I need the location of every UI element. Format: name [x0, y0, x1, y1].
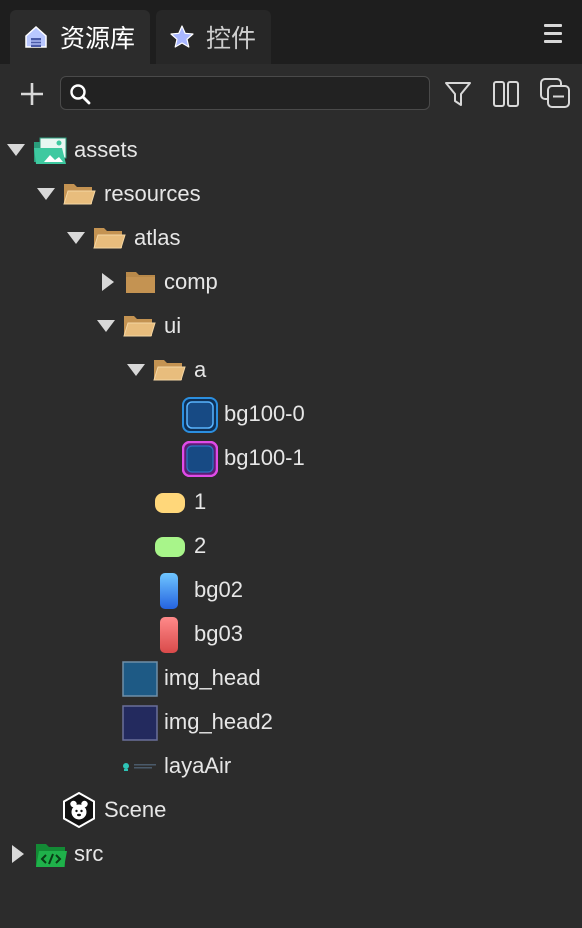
assets-folder-icon — [32, 136, 68, 166]
tree-item-1[interactable]: 1 — [0, 480, 582, 524]
tree-item-label: bg03 — [194, 621, 243, 646]
tree-item-label: bg100-1 — [224, 445, 305, 470]
tree-item-comp[interactable]: comp — [0, 260, 582, 304]
tree-item-label: a — [194, 357, 207, 382]
tree-item-layaair[interactable]: layaAir — [0, 744, 582, 788]
folder-open-icon — [62, 180, 96, 208]
tree-item-label: assets — [74, 137, 138, 162]
search-box[interactable] — [60, 76, 430, 110]
tree-item-bg100-0[interactable]: bg100-0 — [0, 392, 582, 436]
plus-icon — [21, 83, 43, 105]
two-column-icon — [493, 81, 519, 107]
tree-item-resources[interactable]: resources — [0, 172, 582, 216]
tree-item-img-head2[interactable]: img_head2 — [0, 700, 582, 744]
folder-open-icon — [152, 356, 186, 384]
tab-assets-label: 资源库 — [60, 25, 136, 53]
folder-open-icon — [92, 224, 126, 252]
add-button[interactable] — [16, 78, 48, 110]
tree-item-label: resources — [104, 181, 201, 206]
image-thumbnail-icon — [154, 492, 186, 514]
tree-item-bg100-1[interactable]: bg100-1 — [0, 436, 582, 480]
tree-item-label: 2 — [194, 533, 207, 558]
image-thumbnail-icon — [154, 536, 186, 558]
menu-icon[interactable] — [544, 24, 562, 44]
tree-item-label: layaAir — [164, 753, 232, 778]
tree-item-label: src — [74, 841, 104, 866]
scene-icon — [62, 792, 96, 828]
folder-open-icon — [122, 312, 156, 340]
tree-item-label: comp — [164, 269, 218, 294]
tree-item-assets[interactable]: assets — [0, 128, 582, 172]
tree-item-ui[interactable]: ui — [0, 304, 582, 348]
filter-button[interactable] — [442, 78, 474, 110]
tree-item-label: 1 — [194, 489, 207, 514]
expand-arrow-down-icon[interactable] — [66, 228, 86, 248]
tree-item-scene[interactable]: Scene — [0, 788, 582, 832]
tree-item-bg03[interactable]: bg03 — [0, 612, 582, 656]
tab-widgets[interactable]: 控件 — [156, 10, 271, 64]
tree-item-atlas[interactable]: atlas — [0, 216, 582, 260]
home-icon — [22, 23, 50, 51]
image-thumbnail-icon — [158, 616, 180, 654]
tree-item-label: bg02 — [194, 577, 243, 602]
folder-closed-icon — [124, 268, 158, 296]
collapse-all-button[interactable] — [538, 76, 572, 110]
image-thumbnail-icon — [120, 758, 158, 774]
tree-item-a[interactable]: a — [0, 348, 582, 392]
tree-item-bg02[interactable]: bg02 — [0, 568, 582, 612]
tree-item-img-head[interactable]: img_head — [0, 656, 582, 700]
image-thumbnail-icon — [182, 397, 218, 433]
expand-arrow-down-icon[interactable] — [36, 184, 56, 204]
assets-panel: 资源库 控件 assets resources atlas comp ui a … — [0, 0, 582, 928]
tab-widgets-label: 控件 — [206, 25, 257, 53]
search-input[interactable] — [97, 79, 421, 109]
src-folder-icon — [34, 838, 68, 870]
image-thumbnail-icon — [158, 572, 180, 610]
tree-item-label: ui — [164, 313, 182, 338]
expand-arrow-down-icon[interactable] — [126, 360, 146, 380]
filter-icon — [445, 82, 471, 106]
image-thumbnail-icon — [122, 705, 158, 741]
tree-item-label: img_head — [164, 665, 261, 690]
tab-bar: 资源库 控件 — [0, 0, 582, 64]
image-thumbnail-icon — [122, 661, 158, 697]
tab-assets[interactable]: 资源库 — [10, 10, 150, 64]
collapse-all-icon — [540, 78, 570, 108]
image-thumbnail-icon — [182, 441, 218, 477]
expand-arrow-down-icon[interactable] — [6, 140, 26, 160]
expand-arrow-right-icon[interactable] — [98, 272, 118, 292]
tree-item-label: atlas — [134, 225, 181, 250]
tree-item-label: bg100-0 — [224, 401, 305, 426]
star-icon — [168, 23, 196, 51]
tree-item-src[interactable]: src — [0, 832, 582, 876]
expand-arrow-right-icon[interactable] — [8, 844, 28, 864]
tree-item-label: img_head2 — [164, 709, 273, 734]
tree-item-2[interactable]: 2 — [0, 524, 582, 568]
tree-item-label: Scene — [104, 797, 167, 822]
expand-arrow-down-icon[interactable] — [96, 316, 116, 336]
layout-toggle-button[interactable] — [490, 78, 522, 110]
search-icon — [69, 83, 91, 110]
toolbar — [0, 64, 582, 124]
